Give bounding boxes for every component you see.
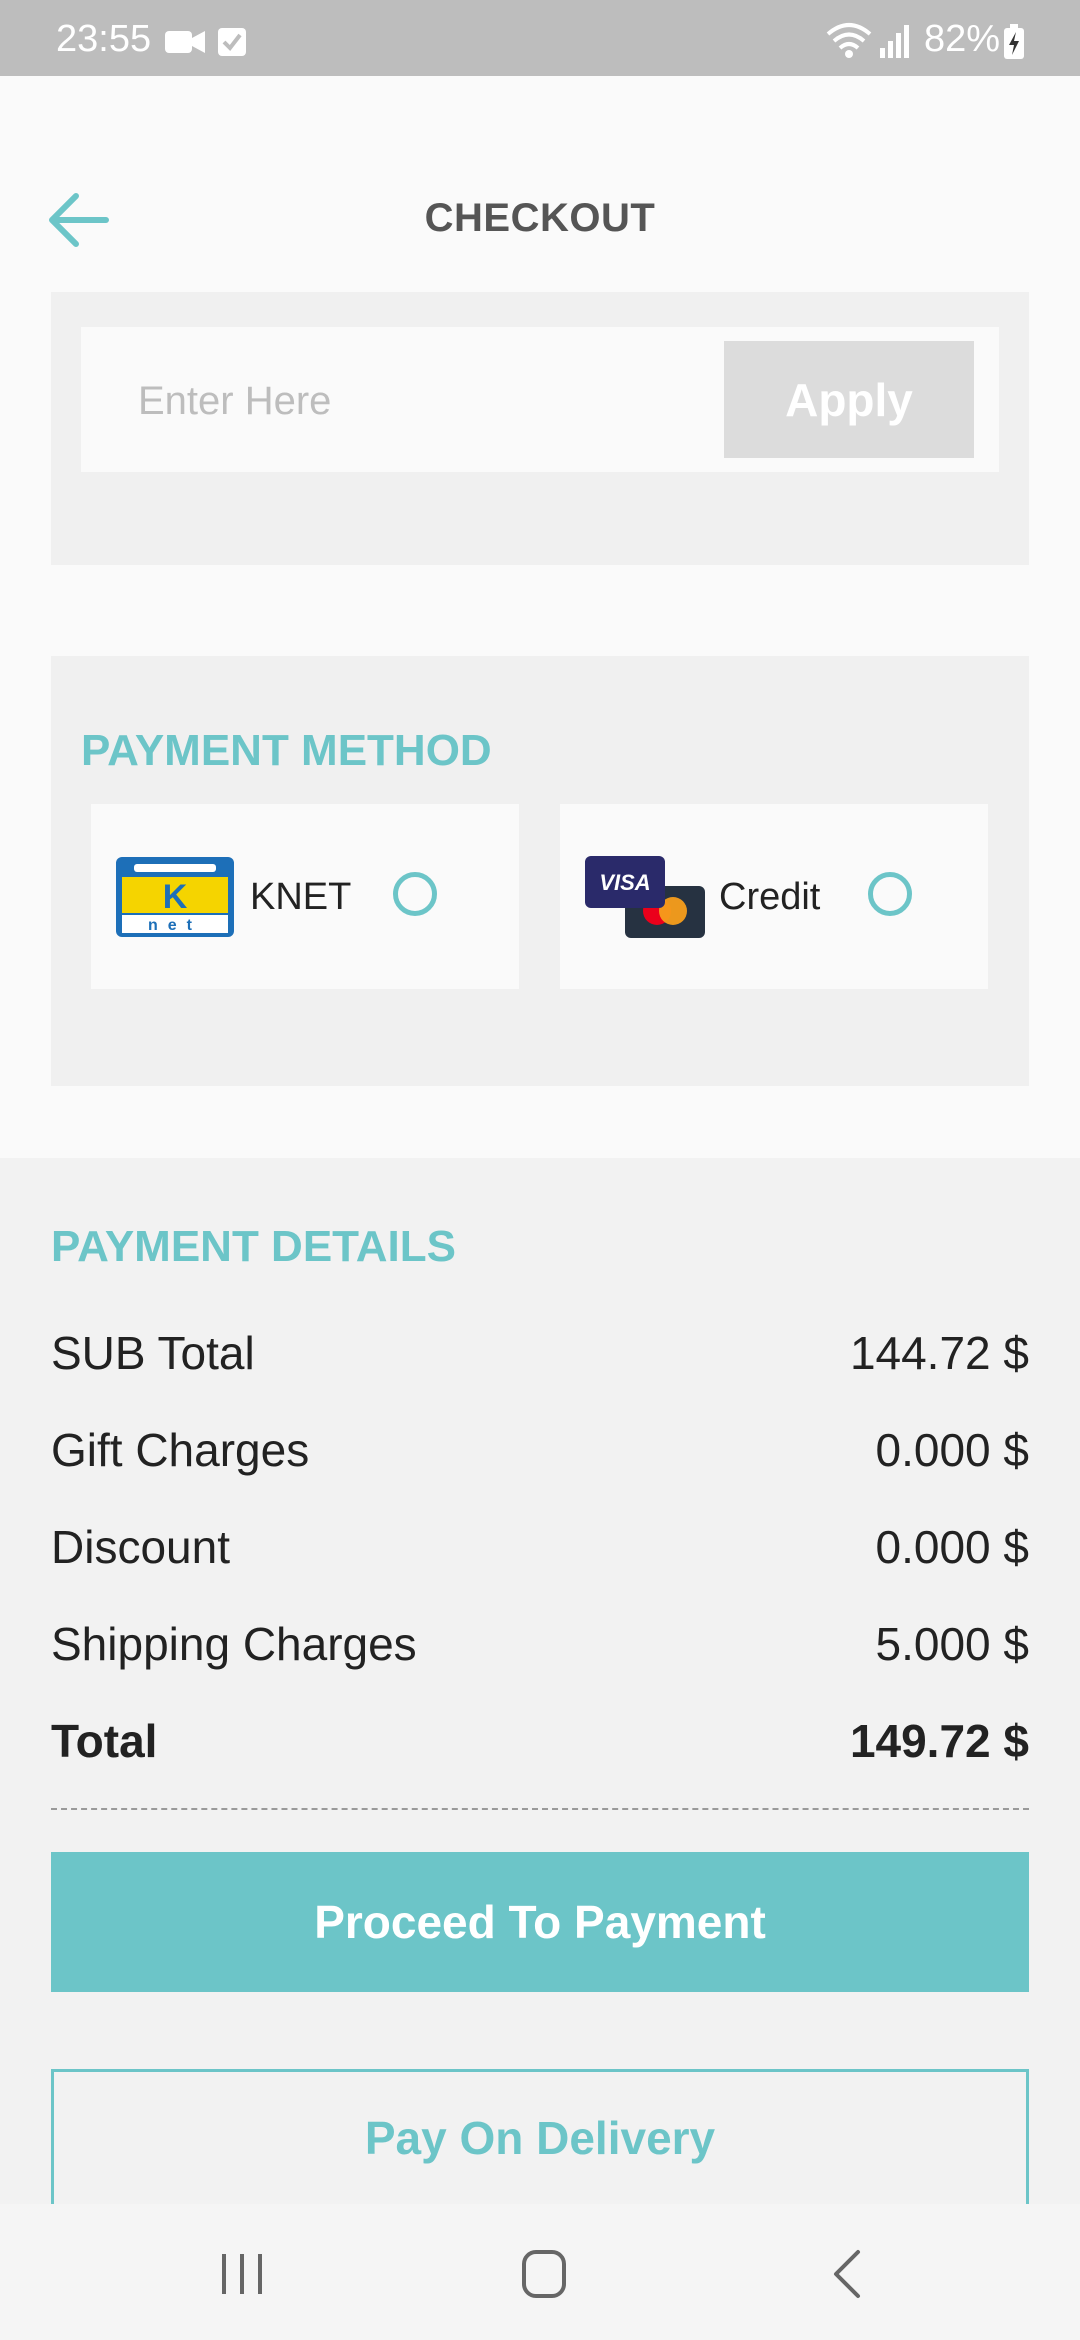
visa-mastercard-logo: VISA	[585, 856, 705, 938]
proceed-to-payment-button[interactable]: Proceed To Payment	[51, 1852, 1029, 1992]
payment-details-title: PAYMENT DETAILS	[51, 1222, 457, 1271]
payment-details-section	[0, 1158, 1080, 2204]
svg-text:VISA: VISA	[599, 870, 650, 895]
subtotal-label: SUB Total	[51, 1327, 255, 1379]
credit-label: Credit	[719, 876, 821, 918]
wifi-icon	[826, 23, 872, 58]
payment-method-title: PAYMENT METHOD	[81, 726, 492, 775]
shipping-charges-label: Shipping Charges	[51, 1618, 417, 1670]
knet-logo: K net	[116, 857, 234, 937]
coupon-input[interactable]	[136, 362, 700, 440]
home-icon[interactable]	[514, 2244, 574, 2304]
status-time: 23:55	[56, 18, 152, 60]
shipping-charges-value: 5.000 $	[875, 1618, 1029, 1670]
page-title: CHECKOUT	[424, 196, 656, 240]
svg-text:K: K	[163, 878, 188, 916]
discount-label: Discount	[51, 1521, 230, 1573]
battery-percentage: 82%	[924, 18, 1001, 60]
subtotal-value: 144.72 $	[849, 1327, 1029, 1379]
discount-value: 0.000 $	[875, 1521, 1029, 1573]
recent-apps-icon[interactable]	[212, 2244, 272, 2304]
credit-radio[interactable]	[868, 872, 912, 916]
total-label: Total	[51, 1715, 158, 1767]
task-check-icon	[218, 28, 246, 56]
total-value: 149.72 $	[849, 1715, 1029, 1767]
pay-on-delivery-button[interactable]: Pay On Delivery	[51, 2069, 1029, 2204]
gift-charges-label: Gift Charges	[51, 1424, 310, 1476]
knet-label: KNET	[250, 876, 352, 918]
gift-charges-value: 0.000 $	[875, 1424, 1029, 1476]
payment-option-credit[interactable]: VISA Credit	[560, 804, 988, 989]
payment-option-knet[interactable]: K net KNET	[91, 804, 519, 989]
status-bar: 23:55 82%	[0, 0, 1080, 76]
apply-button[interactable]: Apply	[724, 341, 974, 458]
svg-text:net: net	[148, 917, 202, 934]
battery-charging-icon	[1004, 24, 1024, 59]
back-icon[interactable]	[818, 2244, 878, 2304]
video-icon	[165, 31, 205, 53]
system-nav-bar	[0, 2204, 1080, 2340]
dashed-divider	[51, 1808, 1029, 1810]
signal-icon	[880, 25, 909, 58]
knet-radio[interactable]	[393, 872, 437, 916]
